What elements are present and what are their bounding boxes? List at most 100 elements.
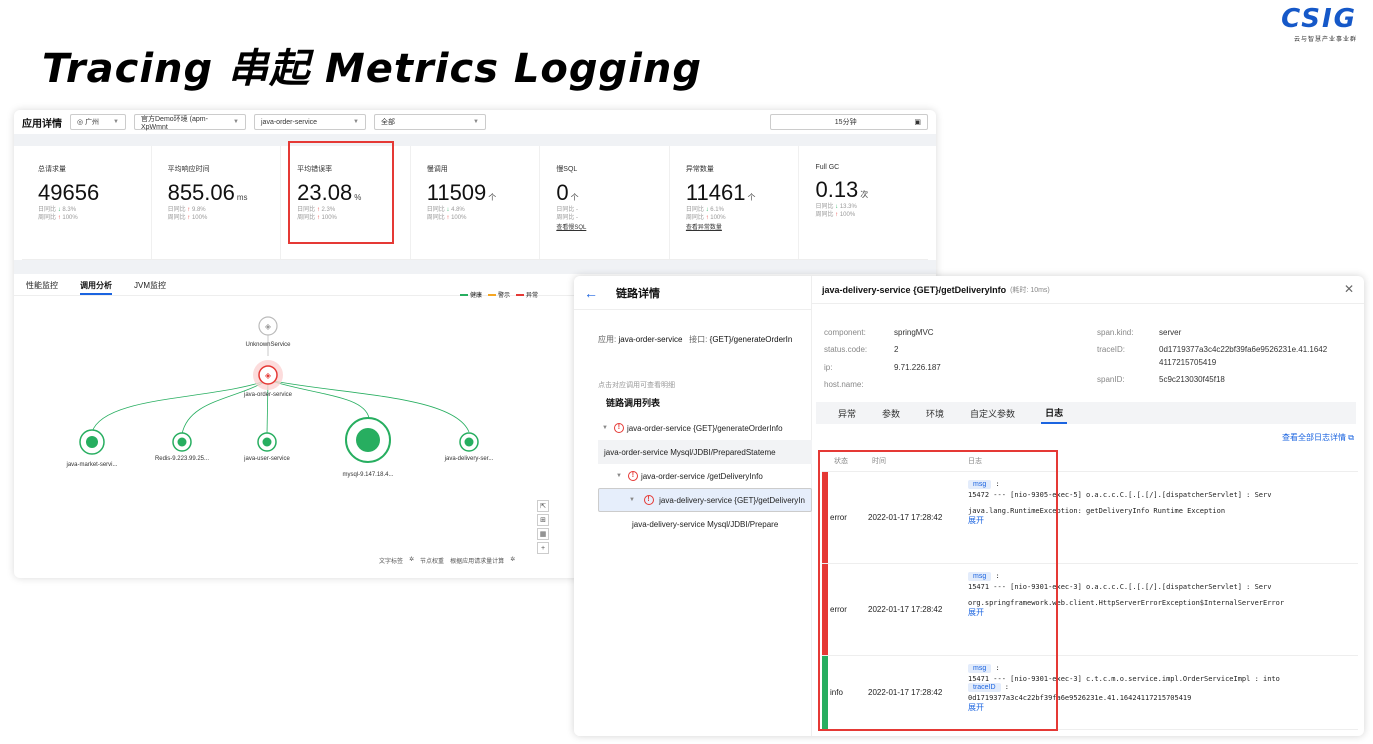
hierarchy-icon[interactable]: ⊞ [537, 514, 549, 526]
edge-order-redis [181, 379, 269, 435]
metric-link[interactable]: 查看异常数量 [686, 222, 799, 231]
metrics-row: 总请求量 49656 日同比 ↓ 8.3% 周同比 ↑ 100% 平均响应时间 855.0… [22, 146, 928, 260]
trace-item[interactable]: java-order-service Mysql/JDBI/PreparedSt… [598, 440, 812, 464]
logo-subtext: 云与智慧产业事业群 [1293, 37, 1357, 43]
close-icon[interactable]: ✕ [1344, 282, 1354, 296]
app-detail-title: 应用详情 [22, 118, 62, 130]
node-redis[interactable]: Redis-9.223.99.25... [155, 432, 209, 462]
metric-value: 11461 个 [685, 180, 756, 205]
tab-2[interactable]: JVM监控 [134, 280, 166, 295]
tab-0[interactable]: 性能监控 [26, 280, 58, 295]
tab-exception[interactable]: 异常 [838, 407, 856, 420]
node-label-redis: Redis-9.223.99.25... [155, 456, 209, 462]
calendar-icon: ▣ [914, 119, 921, 126]
tab-custom-params[interactable]: 自定义参数 [970, 407, 1015, 420]
trace-item[interactable]: ▼! java-order-service /getDeliveryInfo [598, 464, 812, 488]
topology-legend: 健康 警示 异常 [460, 290, 538, 299]
node-user-service[interactable]: java-user-service [243, 432, 290, 462]
metric-week-compare: 周同比 - [556, 215, 578, 221]
tab-params[interactable]: 参数 [882, 407, 900, 420]
node-label-order: java-order-service [243, 392, 293, 398]
trace-item[interactable]: ▼! java-order-service {GET}/generateOrder… [598, 416, 812, 440]
svg-text:◈: ◈ [265, 371, 272, 380]
metric-card: 慢调用 11509 个日同比 ↓ 4.8% 周同比 ↑ 100% [411, 146, 541, 259]
gear-icon[interactable]: ✲ [409, 556, 414, 565]
text-label-toggle[interactable]: 文字标签 [379, 556, 403, 565]
trace-detail-title: 链路详情 [616, 287, 660, 300]
span-elapsed: (耗时: 10ms) [1010, 286, 1050, 294]
legend-healthy: 健康 [460, 290, 482, 299]
topology-tools: ⇱ ⊞ ▦ + [537, 500, 549, 554]
trace-api-value: {GET}/generateOrderIn [709, 335, 793, 344]
metric-value: 49656 [38, 180, 100, 205]
span-title: java-delivery-service {GET}/getDeliveryI… [822, 284, 1007, 295]
filter-select[interactable]: 全部 ▼ [374, 114, 486, 130]
trace-app-row: 应用: java-order-service 接口: {GET}/generat… [598, 335, 793, 344]
tab-logs[interactable]: 日志 [1041, 402, 1068, 424]
collapse-icon: ▼ [629, 497, 635, 503]
collapse-icon: ▼ [602, 425, 608, 431]
span-id-value: 5c9c213030f45f18 [1159, 375, 1225, 384]
expand-icon[interactable]: ⇱ [537, 500, 549, 512]
grid-icon[interactable]: ▦ [537, 528, 549, 540]
metric-day-compare: 日同比 ↓ 4.8% [426, 207, 465, 213]
metric-week-compare: 周同比 ↑ 100% [426, 215, 467, 221]
gear-icon[interactable]: ✲ [510, 556, 515, 565]
metric-week-compare: 周同比 ↑ 100% [167, 215, 208, 221]
node-label-user: java-user-service [243, 456, 290, 462]
svg-text:◈: ◈ [265, 322, 272, 331]
metric-day-compare: 日同比 ↓ 6.1% [685, 207, 724, 213]
metric-label: 慢SQL [556, 166, 578, 173]
trace-item[interactable]: java-delivery-service Mysql/JDBI/Prepare [598, 512, 812, 536]
log-highlight [818, 450, 1058, 731]
region-select[interactable]: ◎ 广州 ▼ [70, 114, 126, 130]
tab-env[interactable]: 环境 [926, 407, 944, 420]
chevron-down-icon: ▼ [113, 119, 119, 125]
metric-value: 0.13 次 [815, 177, 869, 202]
metric-week-compare: 周同比 ↑ 100% [38, 215, 78, 221]
span-tabs: 异常 参数 环境 自定义参数 日志 [816, 402, 1356, 424]
host-name-key: host.name: [824, 380, 864, 389]
metric-value: 855.06 ms [167, 180, 248, 205]
trace-app-value: java-order-service [618, 335, 683, 344]
zoom-in-icon[interactable]: + [537, 542, 549, 554]
node-label-market: java-market-servi... [65, 462, 117, 468]
chevron-down-icon: ▼ [233, 119, 239, 125]
time-range-select[interactable]: 15分钟 ▣ [770, 114, 928, 130]
topology-bottom-tools: 文字标签 ✲ 节点权重 根据应用请求量计算 ✲ [379, 556, 515, 565]
tab-1[interactable]: 调用分析 [80, 280, 112, 295]
node-unknown-service[interactable]: ◈ UnknownService [245, 316, 291, 348]
metric-day-compare: 日同比 ↑ 9.8% [167, 207, 206, 213]
metric-label: 总请求量 [38, 166, 66, 173]
node-label-mysql: mysql-9.147.18.4... [342, 472, 393, 478]
metric-day-compare: 日同比 - [556, 207, 578, 213]
node-order-service[interactable]: ◈ java-order-service [243, 360, 293, 398]
node-delivery-service[interactable]: java-delivery-ser... [444, 432, 494, 462]
back-arrow-icon[interactable]: ← [584, 285, 598, 301]
service-select[interactable]: java-order-service ▼ [254, 114, 366, 130]
time-range-value: 15分钟 [834, 119, 857, 126]
filter-value: 全部 [381, 119, 395, 126]
metric-card: 异常数量 11461 个日同比 ↓ 6.1% 周同比 ↑ 100% 查看异常数量 [670, 146, 800, 259]
error-icon: ! [627, 471, 638, 481]
node-mysql[interactable]: mysql-9.147.18.4... [342, 417, 394, 478]
metric-card: 平均响应时间 855.06 ms 日同比 ↑ 9.8% 周同比 ↑ 100% [152, 146, 282, 259]
node-weight-select[interactable]: 根据应用请求量计算 [450, 556, 504, 565]
metric-week-compare: 周同比 ↑ 100% [685, 215, 726, 221]
region-value: 广州 [85, 119, 100, 126]
trace-item-selected[interactable]: ▼! java-delivery-service {GET}/getDeliver… [598, 488, 812, 512]
node-market-service[interactable]: java-market-servi... [65, 429, 118, 468]
app-detail-header: 应用详情 ◎ 广州 ▼ 官方Demo环境 (apm-XpWmnt ▼ java-or… [14, 110, 936, 134]
error-icon: ! [643, 495, 654, 505]
span-kind-value: server [1159, 328, 1182, 337]
metric-link[interactable]: 查看慢SQL [556, 222, 669, 231]
ip-value: 9.71.226.187 [894, 363, 941, 372]
component-value: springMVC [894, 328, 934, 337]
all-logs-link[interactable]: 查看全部日志详情 ⧉ [1282, 432, 1354, 443]
trace-hint: 点击对应调用可查看明细 [598, 382, 675, 389]
node-label-unknown: UnknownService [245, 342, 291, 348]
edge-order-market [91, 379, 269, 433]
metric-label: 平均响应时间 [167, 166, 210, 173]
env-select[interactable]: 官方Demo环境 (apm-XpWmnt ▼ [134, 114, 246, 131]
metric-card: 慢SQL 0 个日同比 - 周同比 - 查看慢SQL [540, 146, 670, 259]
